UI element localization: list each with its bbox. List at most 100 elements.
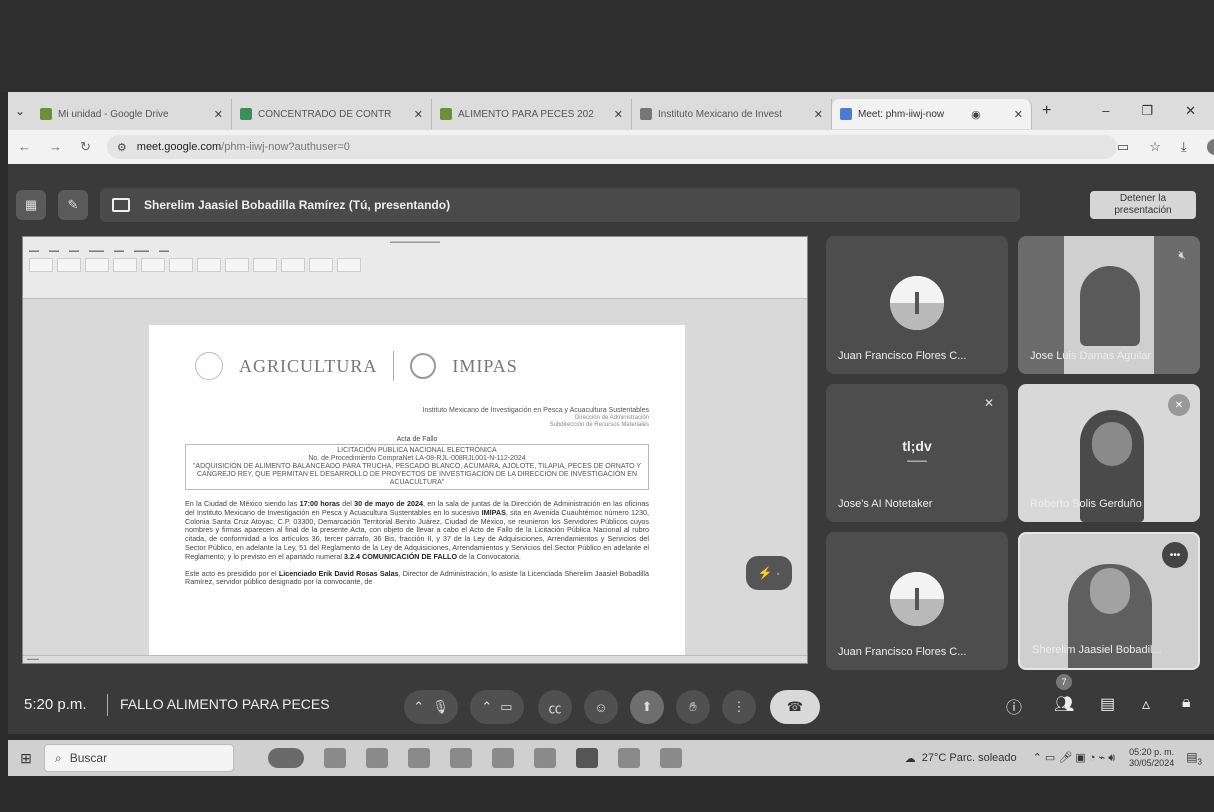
- forward-icon[interactable]: →: [49, 139, 62, 155]
- tab-instituto[interactable]: Instituto Mexicano de Invest ✕: [632, 99, 832, 129]
- file-explorer-icon[interactable]: [408, 748, 430, 768]
- text-bold: Licenciado Erik David Rosas Salas: [278, 568, 399, 578]
- system-tray-icons[interactable]: ⌃ ▭ 🎤︎ ▣ ◔ ⌁ 🔊︎: [1033, 751, 1116, 765]
- notetaker-logo: tl;dv: [902, 438, 932, 454]
- paragraph-2: Este acto es presidido por el Licenciado…: [185, 568, 649, 588]
- minimize-icon[interactable]: –: [1102, 103, 1109, 119]
- presenter-label: Sherelim Jaasiel Bobadilla Ramírez (Tú, …: [144, 198, 451, 212]
- info-icon[interactable]: ⓘ: [1006, 694, 1022, 718]
- close-icon[interactable]: ✕: [608, 108, 623, 121]
- hide-presentation-icon[interactable]: ▦: [16, 190, 46, 220]
- participant-tile[interactable]: 🔇︎ Jose Luis Damas Aguilar: [1018, 236, 1200, 374]
- present-button[interactable]: ⬆: [630, 690, 664, 724]
- objeto: "ADQUISICIÓN DE ALIMENTO BALANCEADO PARA…: [192, 463, 642, 486]
- participant-tile[interactable]: Juan Francisco Flores C...: [826, 532, 1008, 670]
- leave-call-button[interactable]: ☎: [770, 690, 820, 724]
- captions-icon: ㏄: [548, 700, 562, 716]
- participant-tile[interactable]: tl;dv ▬▬▬▬ ✕ Jose's AI Notetaker: [826, 384, 1008, 522]
- camera-button[interactable]: ⌃ ▭: [470, 690, 524, 724]
- sheets-icon: [240, 108, 252, 120]
- more-options-icon[interactable]: •••: [1162, 542, 1188, 568]
- mic-button[interactable]: ⌃ 🎙︎: [404, 690, 458, 724]
- tab-google-drive[interactable]: Mi unidad - Google Drive ✕: [32, 99, 232, 129]
- close-icon[interactable]: ✕: [408, 108, 423, 121]
- acta-box: LICITACIÓN PÚBLICA NACIONAL ELECTRÓNICA …: [185, 444, 649, 490]
- store-icon[interactable]: [492, 748, 514, 768]
- search-highlight-icon[interactable]: [268, 748, 304, 768]
- emoji-icon: ☺: [594, 699, 608, 715]
- direccion: Dirección de Administración: [574, 415, 649, 421]
- participant-tile-self[interactable]: ••• Sherelim Jaasiel Bobadil...: [1018, 532, 1200, 670]
- logo-divider: [393, 351, 395, 381]
- taskbar-clock[interactable]: 05:20 p. m. 30/05/2024: [1129, 747, 1174, 769]
- tab-meet[interactable]: Meet: phm-iiwj-now ◉ ✕: [832, 99, 1032, 129]
- avatar-post: [915, 588, 919, 610]
- style-swatch: [281, 258, 305, 272]
- windows-taskbar: ⊞ ⌕ Buscar ☁ 27°C Parc. soleado ⌃ ▭ 🎤︎ ▣…: [8, 740, 1214, 776]
- taskbar-search[interactable]: ⌕ Buscar: [44, 744, 234, 772]
- captions-button[interactable]: ㏄: [538, 690, 572, 724]
- participant-tile[interactable]: Juan Francisco Flores C...: [826, 236, 1008, 374]
- presentation-bar: ▦ ✎ Sherelim Jaasiel Bobadilla Ramírez (…: [16, 186, 1196, 224]
- person-silhouette: [1080, 266, 1140, 346]
- close-icon[interactable]: ✕: [208, 108, 223, 121]
- chevron-up-icon: ⌃: [413, 699, 425, 714]
- windows-start-icon[interactable]: ⊞: [8, 750, 44, 767]
- chrome-icon[interactable]: [576, 748, 598, 768]
- stop-presenting-button[interactable]: Detener la presentación: [1090, 191, 1196, 219]
- back-icon[interactable]: ←: [18, 139, 31, 155]
- notification-icon[interactable]: ▤3: [1186, 750, 1202, 766]
- text: Este acto es presidido por el: [185, 568, 279, 578]
- chat-icon[interactable]: ▤: [1100, 694, 1115, 714]
- activities-icon[interactable]: ▵: [1142, 694, 1150, 714]
- printer-icon[interactable]: [618, 748, 640, 768]
- tab-search-chevron-icon[interactable]: ⌄: [8, 104, 32, 118]
- acta-title: Acta de Fallo: [396, 436, 438, 443]
- profile-avatar[interactable]: [1206, 139, 1214, 155]
- word-icon[interactable]: [660, 748, 682, 768]
- gmail-icon[interactable]: [366, 748, 388, 768]
- tab-alimento[interactable]: ALIMENTO PARA PECES 202 ✕: [432, 99, 632, 129]
- end-call-icon: ☎: [786, 699, 804, 714]
- style-swatch: [29, 258, 53, 272]
- cast-icon[interactable]: ▭: [1117, 139, 1129, 155]
- edge-icon[interactable]: [450, 748, 472, 768]
- download-icon[interactable]: ⤓: [1181, 139, 1187, 155]
- style-swatch: [85, 258, 109, 272]
- style-swatch: [309, 258, 333, 272]
- restore-icon[interactable]: ❐: [1141, 103, 1153, 119]
- participant-tile[interactable]: ✕ Roberto Solis Gerduño: [1018, 384, 1200, 522]
- host-controls-icon[interactable]: 🔒︎: [1182, 694, 1191, 712]
- task-view-icon[interactable]: [324, 748, 346, 768]
- bookmark-star-icon[interactable]: ☆: [1149, 139, 1161, 155]
- close-icon[interactable]: ✕: [808, 108, 823, 121]
- url-input[interactable]: ⚙ meet.google.com/phm-iiwj-now?authuser=…: [106, 135, 1117, 159]
- people-icon[interactable]: 👥︎: [1054, 694, 1074, 714]
- tab-concentrado[interactable]: CONCENTRADO DE CONTR ✕: [232, 99, 432, 129]
- text: En la Ciudad de México siendo las: [185, 499, 300, 508]
- close-icon[interactable]: ✕: [1008, 108, 1023, 121]
- agricultura-seal-icon: [195, 352, 223, 380]
- drive-icon: [440, 108, 452, 120]
- window-controls: – ❐ ✕: [1102, 103, 1214, 119]
- reactions-fab[interactable]: ⚡ ·: [746, 556, 792, 590]
- annotate-icon[interactable]: ✎: [58, 190, 88, 220]
- chevron-up-icon: ⌃: [481, 699, 493, 714]
- tab-label: CONCENTRADO DE CONTR: [258, 108, 392, 120]
- institute-header: Instituto Mexicano de Investigación en P…: [185, 407, 649, 428]
- close-window-icon[interactable]: ✕: [1185, 103, 1196, 119]
- new-tab-icon[interactable]: +: [1042, 102, 1051, 120]
- reload-icon[interactable]: ↻: [80, 139, 91, 155]
- more-options-button[interactable]: ⋮: [722, 690, 756, 724]
- avatar: [890, 276, 944, 330]
- emoji-button[interactable]: ☺: [584, 690, 618, 724]
- browser-tab-strip: ⌄ Mi unidad - Google Drive ✕ CONCENTRADO…: [8, 92, 1214, 130]
- participant-name: Sherelim Jaasiel Bobadil...: [1032, 644, 1162, 656]
- ribbon-tab: ▬▬▬: [134, 248, 149, 254]
- raise-hand-button[interactable]: ✋︎: [676, 690, 710, 724]
- mail-icon[interactable]: [534, 748, 556, 768]
- hand-icon: ✋︎: [689, 699, 697, 714]
- screen-share-icon: [112, 198, 130, 212]
- weather-widget[interactable]: ☁ 27°C Parc. soleado: [905, 752, 1017, 765]
- site-settings-icon[interactable]: ⚙: [117, 141, 127, 154]
